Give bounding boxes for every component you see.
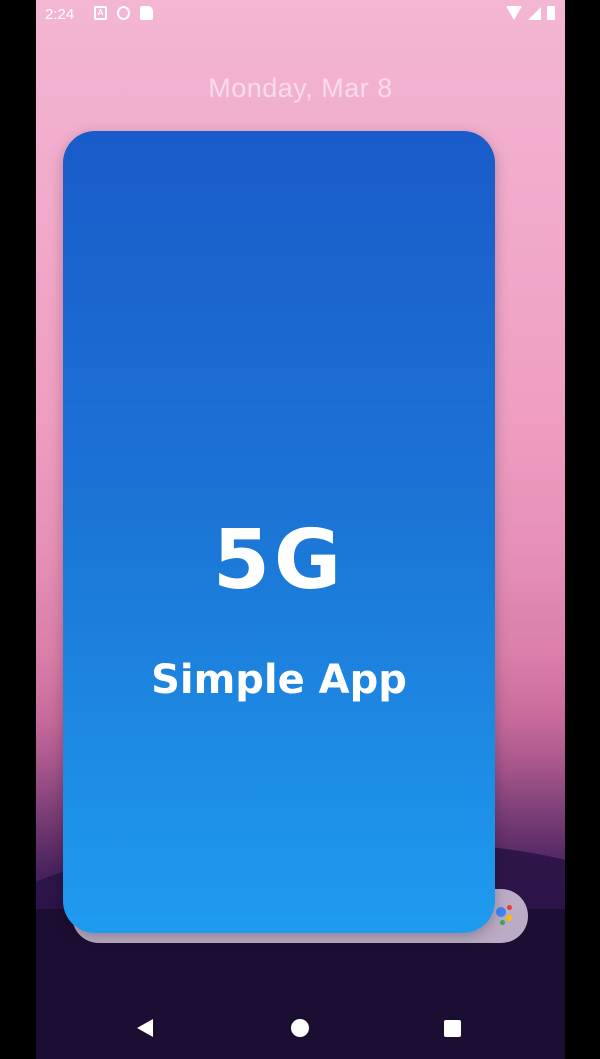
- lock-screen-date: Monday, Mar 8: [208, 73, 393, 103]
- status-notification-icons: A: [94, 6, 153, 20]
- recents-icon[interactable]: [444, 1020, 461, 1037]
- wifi-icon: [506, 6, 522, 20]
- app-logo: 5G: [212, 513, 346, 608]
- phone-screen: 2:24 A Monday, Mar 8 5G Simple App: [36, 0, 565, 1059]
- back-icon[interactable]: [137, 1019, 153, 1037]
- text-format-icon: A: [94, 6, 107, 20]
- status-system-icons: [506, 6, 555, 20]
- status-time: 2:24: [45, 6, 75, 23]
- sd-card-icon: [140, 6, 153, 20]
- home-icon[interactable]: [291, 1019, 309, 1037]
- cell-signal-icon: [528, 6, 541, 20]
- google-assistant-icon[interactable]: [494, 905, 514, 927]
- status-bar: 2:24 A: [36, 0, 565, 32]
- navigation-bar: [36, 999, 565, 1059]
- app-notification-icon: [117, 6, 130, 20]
- app-splash-window: 5G Simple App: [63, 131, 495, 933]
- app-name: Simple App: [151, 657, 407, 703]
- battery-icon: [547, 6, 555, 20]
